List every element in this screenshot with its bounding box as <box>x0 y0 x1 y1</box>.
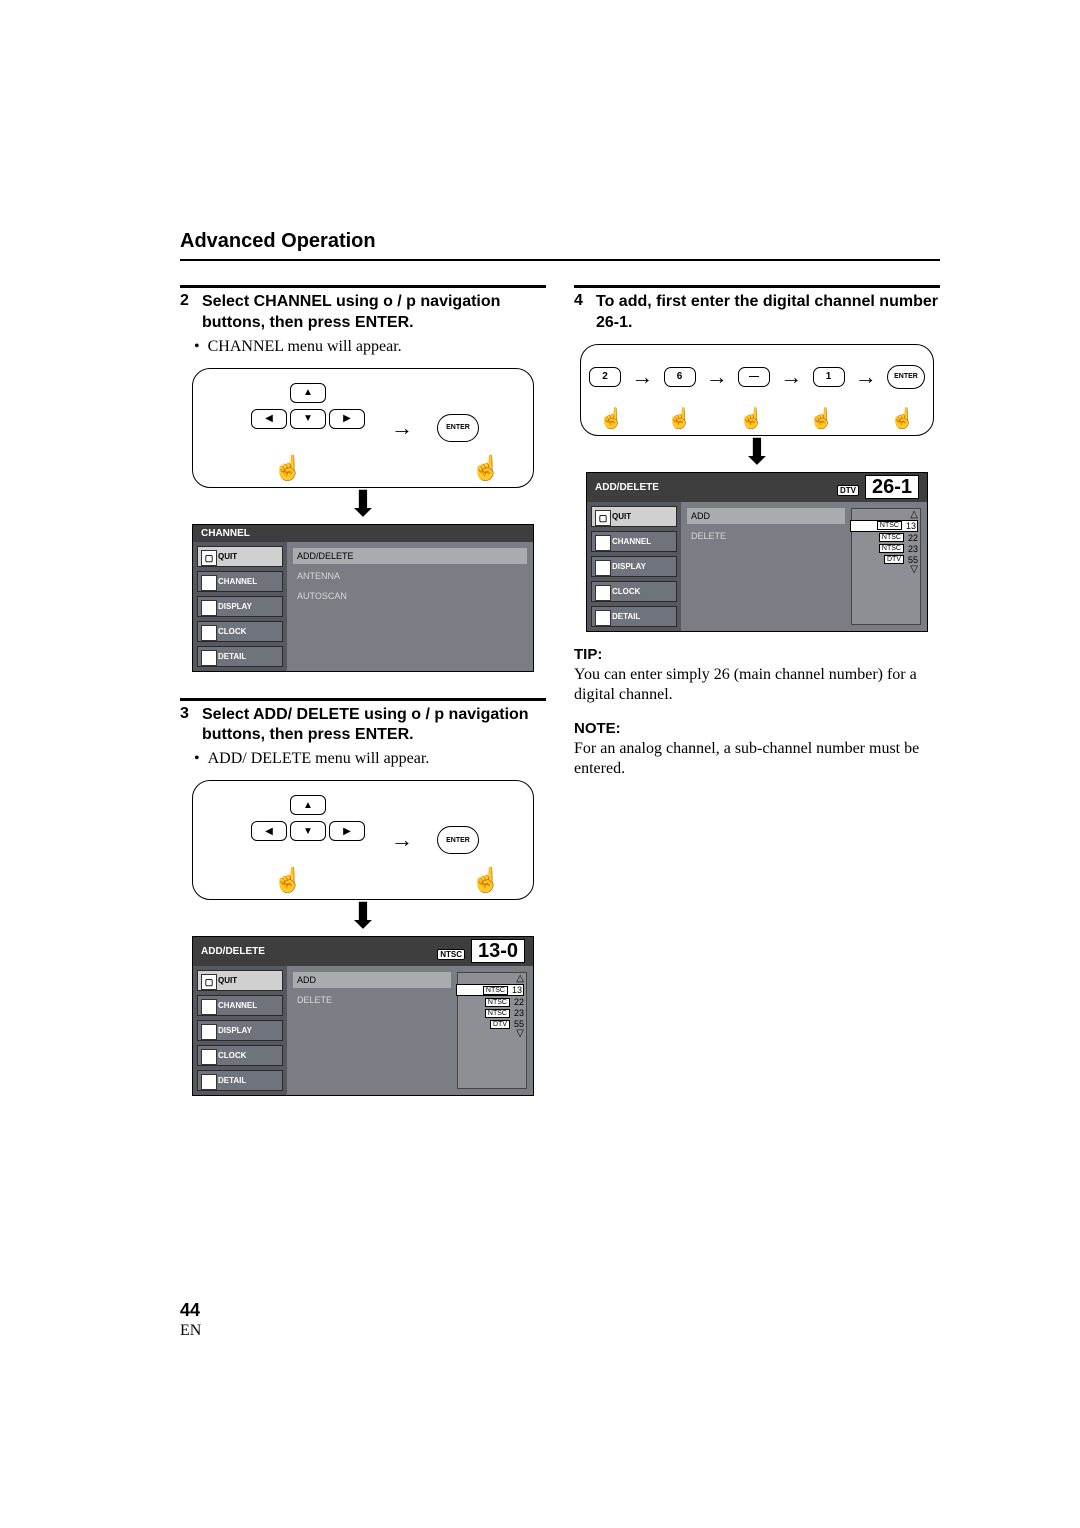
hand-icon: ☝ <box>667 406 692 431</box>
menu-side-item: ✦CHANNEL <box>197 571 283 592</box>
scroll-down-icon: ▽ <box>910 566 918 574</box>
arrow-right-icon: → <box>706 364 728 390</box>
channel-menu: CHANNEL ▢QUIT ✦CHANNEL ▭DISPLAY ◷CLOCK ◌… <box>192 524 534 672</box>
arrow-down-icon: ⬇ <box>180 486 546 522</box>
note-heading: NOTE: <box>574 720 940 737</box>
enter-button: ENTER <box>437 414 479 442</box>
menu-side-item: ▭DISPLAY <box>197 1020 283 1041</box>
remote-diagram: ▲ ▼ ◀ ▶ → ENTER ☝ ☝ <box>192 368 534 488</box>
arrow-down-icon: ⬇ <box>574 434 940 470</box>
digit-button: 6 <box>664 367 696 387</box>
menu-title: ADD/DELETE <box>595 482 659 493</box>
nav-left-icon: ◀ <box>251 821 287 841</box>
scroll-down-icon: ▽ <box>516 1030 524 1038</box>
nav-down-icon: ▼ <box>290 409 326 429</box>
arrow-down-icon: ⬇ <box>180 898 546 934</box>
hand-icon: ☝ <box>273 866 303 895</box>
hand-icon: ☝ <box>273 454 303 483</box>
menu-side-item: ◷CLOCK <box>197 1045 283 1066</box>
menu-title: ADD/DELETE <box>201 946 265 957</box>
add-delete-menu: ADD/DELETE NTSC 13-0 ▢QUIT ✦CHANNEL ▭DISP… <box>192 936 534 1096</box>
arrow-right-icon: → <box>391 827 413 853</box>
signal-badge: DTV <box>837 485 859 496</box>
tip-body: You can enter simply 26 (main channel nu… <box>574 665 940 706</box>
divider <box>180 259 940 261</box>
step-note: ADD/ DELETE menu will appear. <box>180 750 546 768</box>
nav-up-icon: ▲ <box>290 383 326 403</box>
menu-side-item: ◷CLOCK <box>197 621 283 642</box>
menu-side-item: ▢QUIT <box>591 506 677 527</box>
channel-list: △ NTSC13 NTSC22 NTSC23 DTV55 ▽ <box>457 972 527 1089</box>
tip-heading: TIP: <box>574 646 940 663</box>
signal-badge: NTSC <box>437 949 465 960</box>
language-code: EN <box>180 1322 201 1340</box>
arrow-right-icon: → <box>780 364 802 390</box>
scroll-up-icon: △ <box>910 511 918 519</box>
nav-right-icon: ▶ <box>329 821 365 841</box>
page-number: 44 <box>180 1300 200 1321</box>
arrow-right-icon: → <box>855 364 877 390</box>
note-body: For an analog channel, a sub-channel num… <box>574 739 940 780</box>
menu-side-item: ✦CHANNEL <box>197 995 283 1016</box>
step-note: CHANNEL menu will appear. <box>180 338 546 356</box>
hand-icon: ☝ <box>599 406 624 431</box>
nav-up-icon: ▲ <box>290 795 326 815</box>
menu-side-item: ▢QUIT <box>197 546 283 567</box>
hand-icon: ☝ <box>739 406 764 431</box>
nav-right-icon: ▶ <box>329 409 365 429</box>
step-text: Select CHANNEL using o / p navigation bu… <box>202 292 546 334</box>
channel-list: △ NTSC13 NTSC22 NTSC23 DTV55 ▽ <box>851 508 921 625</box>
menu-side-item: ◌DETAIL <box>197 1070 283 1091</box>
channel-number: 13-0 <box>471 939 525 963</box>
menu-option: AUTOSCAN <box>293 588 527 604</box>
nav-left-icon: ◀ <box>251 409 287 429</box>
menu-side-item: ◌DETAIL <box>197 646 283 667</box>
step-number: 4 <box>574 292 588 334</box>
dash-button: — <box>738 367 770 387</box>
hand-icon: ☝ <box>809 406 834 431</box>
scroll-up-icon: △ <box>516 975 524 983</box>
step-text: Select ADD/ DELETE using o / p navigatio… <box>202 705 546 747</box>
add-delete-menu: ADD/DELETE DTV 26-1 ▢QUIT ✦CHANNEL ▭DISPL… <box>586 472 928 632</box>
menu-option: ANTENNA <box>293 568 527 584</box>
remote-diagram: ▲ ▼ ◀ ▶ → ENTER ☝ ☝ <box>192 780 534 900</box>
enter-button: ENTER <box>437 826 479 854</box>
menu-side-item: ▢QUIT <box>197 970 283 991</box>
divider <box>180 285 546 288</box>
menu-side-item: ✦CHANNEL <box>591 531 677 552</box>
channel-number: 26-1 <box>865 475 919 499</box>
digit-button: 2 <box>589 367 621 387</box>
digit-button: 1 <box>813 367 845 387</box>
menu-option: ADD/DELETE <box>293 548 527 564</box>
menu-option: ADD <box>687 508 845 524</box>
menu-option: DELETE <box>293 992 451 1008</box>
enter-button: ENTER <box>887 365 925 389</box>
hand-icon: ☝ <box>471 454 501 483</box>
menu-option: DELETE <box>687 528 845 544</box>
hand-icon: ☝ <box>471 866 501 895</box>
menu-side-item: ◌DETAIL <box>591 606 677 627</box>
menu-side-item: ▭DISPLAY <box>197 596 283 617</box>
menu-side-item: ◷CLOCK <box>591 581 677 602</box>
divider <box>574 285 940 288</box>
section-heading: Advanced Operation <box>180 230 940 253</box>
step-text: To add, first enter the digital channel … <box>596 292 940 334</box>
hand-icon: ☝ <box>890 406 915 431</box>
menu-title: CHANNEL <box>201 528 250 539</box>
arrow-right-icon: → <box>391 415 413 441</box>
menu-side-item: ▭DISPLAY <box>591 556 677 577</box>
step-number: 2 <box>180 292 194 334</box>
arrow-right-icon: → <box>631 364 653 390</box>
menu-option: ADD <box>293 972 451 988</box>
step-number: 3 <box>180 705 194 747</box>
nav-down-icon: ▼ <box>290 821 326 841</box>
button-sequence: 2 → 6 → — → 1 → ENTER ☝ ☝ ☝ ☝ ☝ <box>580 344 934 436</box>
divider <box>180 698 546 701</box>
